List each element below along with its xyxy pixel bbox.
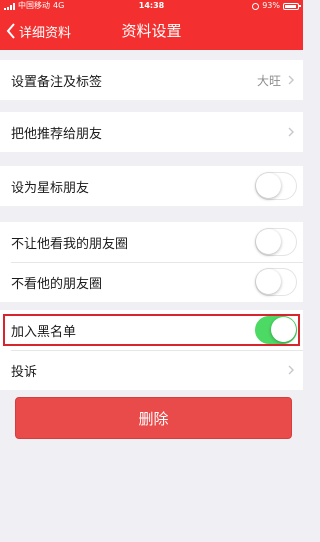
status-bar: 中国移动 4G 14:38 93% xyxy=(0,0,303,12)
group-remark: 设置备注及标签 大旺 xyxy=(0,60,303,100)
alarm-icon xyxy=(252,2,260,10)
group-star: 设为星标朋友 xyxy=(0,166,303,206)
toggle-knob xyxy=(256,229,281,254)
row-label: 不让他看我的朋友圈 xyxy=(11,236,129,252)
toggle-knob xyxy=(271,317,296,342)
row-label: 把他推荐给朋友 xyxy=(11,126,103,142)
back-label: 详细资料 xyxy=(19,25,72,41)
row-star-friend: 设为星标朋友 xyxy=(0,166,303,206)
blacklist-toggle[interactable] xyxy=(255,316,297,344)
row-block-moments: 不让他看我的朋友圈 xyxy=(0,222,303,262)
row-label: 加入黑名单 xyxy=(11,324,77,340)
row-hide-moments: 不看他的朋友圈 xyxy=(0,262,303,302)
star-friend-toggle[interactable] xyxy=(255,172,297,200)
delete-button[interactable]: 删除 xyxy=(15,397,292,439)
row-label: 投诉 xyxy=(11,364,38,380)
block-moments-toggle[interactable] xyxy=(255,228,297,256)
row-label: 设为星标朋友 xyxy=(11,180,90,196)
row-complain[interactable]: 投诉 xyxy=(0,350,303,390)
toggle-knob xyxy=(256,173,281,198)
remark-value: 大旺 xyxy=(256,73,281,88)
row-label: 不看他的朋友圈 xyxy=(11,276,103,292)
status-right: 93% xyxy=(252,0,301,12)
row-recommend-friend[interactable]: 把他推荐给朋友 xyxy=(0,112,303,152)
battery-icon xyxy=(283,2,301,10)
chevron-right-icon xyxy=(288,127,294,137)
toggle-knob xyxy=(256,269,281,294)
group-recommend: 把他推荐给朋友 xyxy=(0,112,303,152)
row-blacklist: 加入黑名单 xyxy=(0,310,303,350)
chevron-right-icon xyxy=(288,75,294,85)
nav-bar: 详细资料 资料设置 xyxy=(0,12,303,50)
group-moments: 不让他看我的朋友圈 不看他的朋友圈 xyxy=(0,222,303,302)
battery-percent: 93% xyxy=(262,1,280,10)
row-label: 设置备注及标签 xyxy=(11,74,103,90)
back-button[interactable]: 详细资料 xyxy=(6,12,71,50)
group-blacklist: 加入黑名单 投诉 xyxy=(0,310,303,390)
hide-moments-toggle[interactable] xyxy=(255,268,297,296)
chevron-left-icon xyxy=(6,23,15,39)
chevron-right-icon xyxy=(288,365,294,375)
row-set-remark[interactable]: 设置备注及标签 大旺 xyxy=(0,60,303,100)
